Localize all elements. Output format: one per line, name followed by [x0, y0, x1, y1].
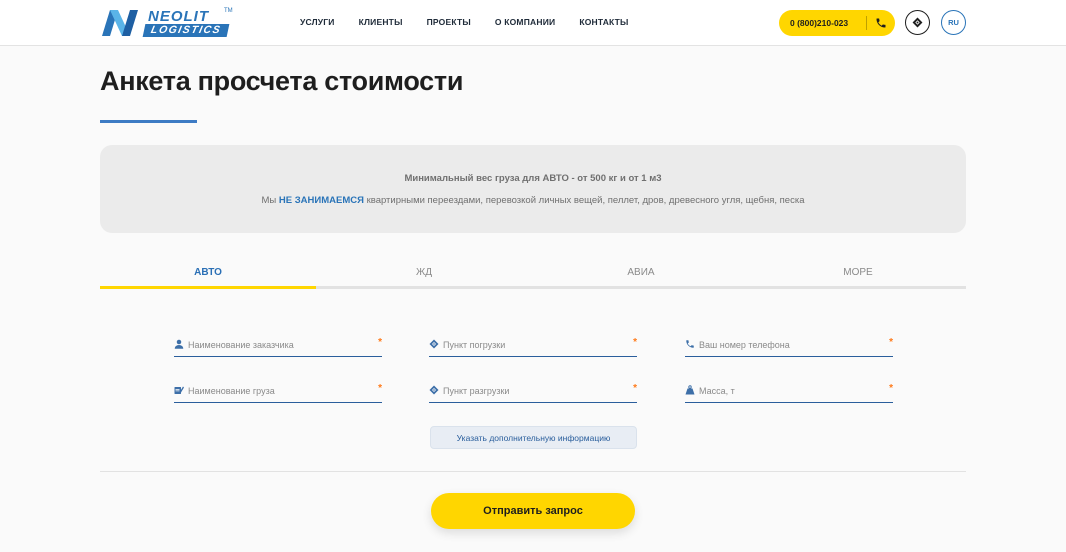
tab-air-label: АВИА	[627, 267, 655, 278]
cargo-name-field: *	[174, 381, 382, 403]
customer-name-input[interactable]	[188, 335, 368, 355]
edit-document-icon	[174, 386, 184, 394]
location-icon	[429, 385, 439, 395]
customer-name-field: *	[174, 335, 382, 357]
user-icon	[174, 339, 184, 349]
location-button[interactable]	[905, 10, 930, 35]
neolit-logo[interactable]: NEOLIT TM LOGISTICS	[100, 8, 233, 38]
tab-sea-label: МОРЕ	[843, 267, 873, 278]
phone-number: 0 (800)210-023	[790, 18, 849, 28]
logo-text-bottom: LOGISTICS	[142, 24, 230, 37]
notice-box: Минимальный вес груза для АВТО - от 500 …	[100, 145, 966, 233]
unloading-point-input[interactable]	[443, 381, 623, 401]
phone-number-field: *	[685, 335, 893, 357]
loading-point-input[interactable]	[443, 335, 623, 355]
phone-icon	[876, 18, 886, 28]
weight-icon	[685, 385, 695, 395]
nav-item-projects[interactable]: ПРОЕКТЫ	[427, 17, 471, 27]
title-underline	[100, 120, 197, 123]
submit-request-button[interactable]: Отправить запрос	[431, 493, 635, 529]
logo-text-top: NEOLIT	[148, 8, 209, 25]
nav-item-contacts[interactable]: КОНТАКТЫ	[579, 17, 628, 27]
required-marker: *	[378, 337, 382, 348]
phone-button[interactable]: 0 (800)210-023	[779, 10, 895, 36]
required-marker: *	[889, 383, 893, 394]
notice-restrictions-prefix: Мы	[261, 195, 279, 206]
tab-auto-label: АВТО	[194, 267, 222, 278]
active-tab-indicator	[100, 286, 316, 289]
phone-number-input[interactable]	[699, 335, 879, 355]
notice-restrictions-emphasis: НЕ ЗАНИМАЕМСЯ	[278, 195, 364, 206]
loading-point-field: *	[429, 335, 637, 357]
required-marker: *	[633, 337, 637, 348]
weight-input[interactable]	[699, 381, 879, 401]
logo-trademark: TM	[224, 8, 233, 14]
location-icon	[429, 339, 439, 349]
required-marker: *	[378, 383, 382, 394]
unloading-point-field: *	[429, 381, 637, 403]
tab-rail-label: ЖД	[415, 267, 432, 278]
map-pin-icon	[912, 17, 923, 28]
required-marker: *	[633, 383, 637, 394]
page-title: Анкета просчета стоимости	[100, 66, 464, 96]
notice-restrictions: Мы НЕ ЗАНИМАЕМСЯ квартирными переездами,…	[100, 195, 966, 206]
logo-mark-icon	[102, 10, 138, 36]
additional-info-button[interactable]: Указать дополнительную информацию	[430, 426, 637, 449]
nav-item-clients[interactable]: КЛИЕНТЫ	[359, 17, 403, 27]
nav-item-about[interactable]: О КОМПАНИИ	[495, 17, 555, 27]
phone-icon	[686, 340, 694, 348]
form-divider	[100, 471, 966, 472]
cargo-name-input[interactable]	[188, 381, 368, 401]
main-nav: УСЛУГИ КЛИЕНТЫ ПРОЕКТЫ О КОМПАНИИ КОНТАК…	[300, 17, 629, 27]
required-marker: *	[889, 337, 893, 348]
weight-field: *	[685, 381, 893, 403]
phone-separator	[866, 16, 867, 30]
notice-restrictions-suffix: квартирными переездами, перевозкой личны…	[363, 195, 805, 206]
language-switcher[interactable]: RU	[941, 10, 966, 35]
site-header: NEOLIT TM LOGISTICS УСЛУГИ КЛИЕНТЫ ПРОЕК…	[0, 0, 1066, 46]
nav-item-services[interactable]: УСЛУГИ	[300, 17, 335, 27]
notice-min-weight: Минимальный вес груза для АВТО - от 500 …	[404, 173, 662, 184]
